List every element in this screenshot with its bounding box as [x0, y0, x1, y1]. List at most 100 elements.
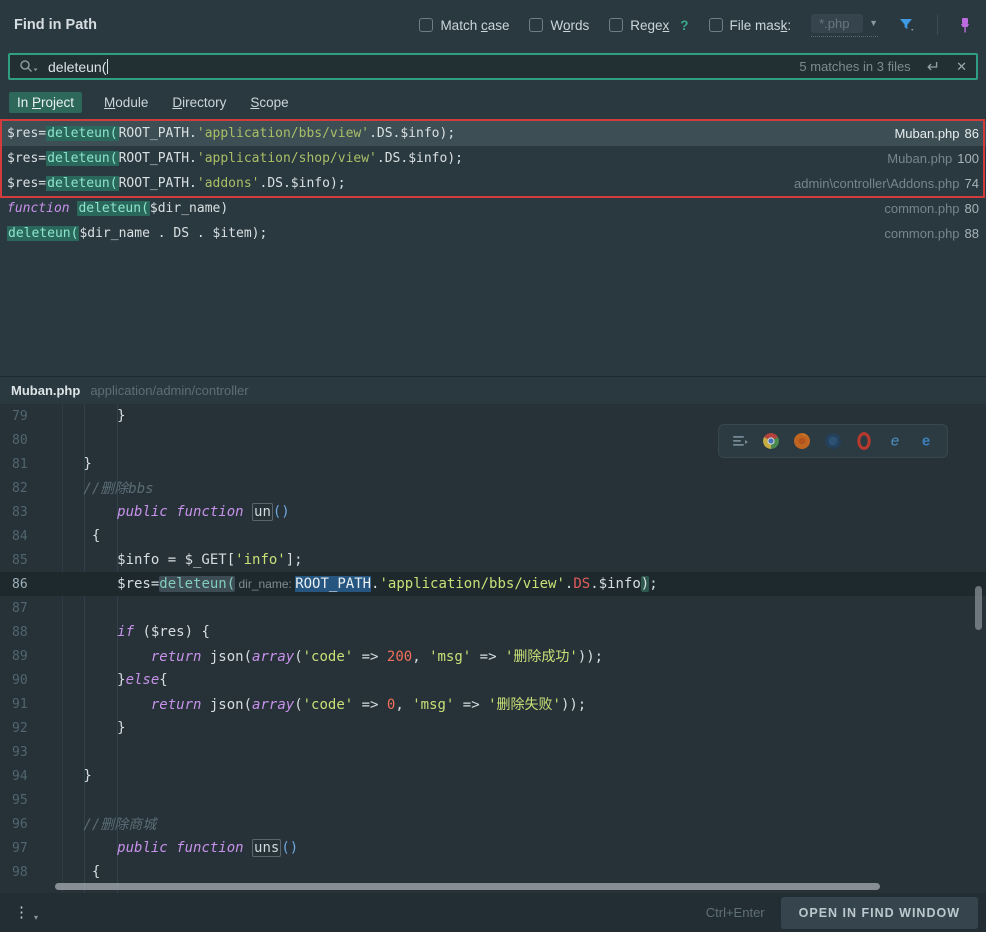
regex-checkbox[interactable]: Regex ? — [609, 18, 688, 33]
code-token: { — [75, 864, 100, 880]
code-token: .DS.$info); — [377, 151, 463, 166]
ie-icon[interactable]: e — [886, 432, 904, 450]
editor-line[interactable]: 89 return json(array('code' => 200, 'msg… — [0, 644, 986, 668]
vertical-scrollbar[interactable] — [975, 586, 982, 630]
new-line-icon[interactable]: ↵ — [927, 57, 940, 77]
edge-icon[interactable]: e — [917, 432, 935, 450]
file-mask-checkbox[interactable]: File mask: — [709, 18, 792, 33]
editor-line[interactable]: 97 public function uns() — [0, 836, 986, 860]
code-token: ) — [641, 576, 649, 592]
open-in-find-window-button[interactable]: OPEN IN FIND WINDOW — [781, 897, 978, 929]
tab-mnemonic: P — [32, 95, 41, 110]
regex-label: Regex — [630, 18, 669, 33]
code-preview[interactable]: 79 }8081 }82 //删除bbs83 public function u… — [0, 404, 986, 893]
code-token — [75, 624, 117, 640]
words-checkbox[interactable]: Words — [529, 18, 589, 33]
editor-line[interactable]: 95 — [0, 788, 986, 812]
line-code: } — [75, 768, 92, 784]
code-token: dir_name: — [235, 577, 295, 591]
line-number: 79 — [0, 409, 56, 424]
line-number: 80 — [0, 433, 56, 448]
result-code: $res=deleteun(ROOT_PATH.'application/sho… — [7, 151, 887, 166]
code-token: 'code' — [303, 697, 354, 713]
editor-line[interactable]: 93 — [0, 740, 986, 764]
code-token: , — [412, 649, 429, 665]
line-number: 92 — [0, 721, 56, 736]
dark-browser-icon[interactable] — [824, 432, 842, 450]
line-code: public function un() — [75, 504, 290, 520]
tab-scope[interactable]: Scope — [248, 92, 290, 113]
search-input[interactable]: deleteun( — [48, 59, 106, 75]
code-token: => — [353, 697, 387, 713]
editor-line[interactable]: 91 return json(array('code' => 0, 'msg' … — [0, 692, 986, 716]
code-token: json( — [210, 649, 252, 665]
code-token: { — [159, 672, 167, 688]
result-file-name: common.php — [884, 226, 959, 241]
find-in-path-window: Find in Path Match case Words Regex ? Fi… — [0, 0, 986, 932]
result-row[interactable]: function deleteun($dir_name)common.php80 — [0, 196, 986, 221]
line-code: $res=deleteun( dir_name: ROOT_PATH.'appl… — [75, 576, 658, 592]
result-location: Muban.php100 — [887, 151, 979, 166]
code-token: $res= — [7, 126, 46, 141]
close-icon[interactable]: ✕ — [956, 59, 967, 75]
tab-in-project[interactable]: In Project — [9, 92, 82, 113]
editor-line[interactable]: 94 } — [0, 764, 986, 788]
scope-tabs: In Project Module Directory Scope — [0, 84, 986, 121]
editor-line[interactable]: 85 $info = $_GET['info']; — [0, 548, 986, 572]
file-mask-combo[interactable]: *.php ▼ — [811, 14, 878, 37]
editor-line[interactable]: 84 { — [0, 524, 986, 548]
editor-line[interactable]: 83 public function un() — [0, 500, 986, 524]
firefox-icon[interactable] — [793, 432, 811, 450]
code-token: ; — [649, 576, 657, 592]
search-icon[interactable] — [19, 59, 39, 74]
checkbox-icon — [419, 18, 433, 32]
horizontal-scrollbar[interactable] — [55, 883, 880, 890]
result-row[interactable]: $res=deleteun(ROOT_PATH.'addons'.DS.$inf… — [0, 171, 986, 196]
preview-lines-icon[interactable] — [731, 432, 749, 450]
code-token: return — [151, 697, 210, 713]
code-token: 'application/bbs/view' — [197, 126, 369, 141]
match-case-checkbox[interactable]: Match case — [419, 18, 509, 33]
code-token: un — [252, 503, 273, 521]
editor-line[interactable]: 96 //删除商城 — [0, 812, 986, 836]
editor-line[interactable]: 88 if ($res) { — [0, 620, 986, 644]
tab-module[interactable]: Module — [102, 92, 150, 113]
editor-line[interactable]: 92 } — [0, 716, 986, 740]
tab-label: cope — [259, 95, 288, 110]
line-number: 90 — [0, 673, 56, 688]
checkbox-icon — [529, 18, 543, 32]
result-row[interactable]: $res=deleteun(ROOT_PATH.'application/sho… — [0, 146, 986, 171]
code-token: $dir_name) — [150, 201, 228, 216]
result-row[interactable]: $res=deleteun(ROOT_PATH.'application/bbs… — [0, 121, 986, 146]
result-line-number: 100 — [957, 151, 979, 166]
code-token: json( — [210, 697, 252, 713]
editor-line[interactable]: 82 //删除bbs — [0, 476, 986, 500]
pin-icon[interactable] — [958, 17, 972, 34]
code-token: , — [395, 697, 412, 713]
code-token: ROOT_PATH — [295, 576, 371, 592]
result-location: common.php88 — [884, 226, 979, 241]
search-field[interactable]: deleteun( 5 matches in 3 files ↵ ✕ — [8, 53, 978, 80]
chrome-icon[interactable] — [762, 432, 780, 450]
editor-line[interactable]: 98 { — [0, 860, 986, 884]
more-options-icon[interactable]: ⋮▾ — [8, 905, 35, 920]
code-token: return — [151, 649, 210, 665]
editor-line[interactable]: 90 }else{ — [0, 668, 986, 692]
text-caret — [107, 59, 108, 74]
checkbox-icon — [709, 18, 723, 32]
result-row[interactable]: deleteun($dir_name . DS . $item);common.… — [0, 221, 986, 246]
tab-directory[interactable]: Directory — [170, 92, 228, 113]
opera-icon[interactable] — [855, 432, 873, 450]
code-token: ($res) { — [142, 624, 209, 640]
code-token: $res= — [75, 576, 159, 592]
code-token: ROOT_PATH. — [119, 176, 197, 191]
editor-line[interactable]: 87 — [0, 596, 986, 620]
file-mask-value[interactable]: *.php — [811, 14, 863, 33]
regex-help-icon[interactable]: ? — [680, 18, 688, 33]
chevron-down-icon[interactable]: ▼ — [869, 18, 878, 28]
editor-line[interactable]: 86 $res=deleteun( dir_name: ROOT_PATH.'a… — [0, 572, 986, 596]
line-code: { — [75, 528, 100, 544]
filter-funnel-icon[interactable] — [898, 17, 917, 34]
result-file-name: Muban.php — [894, 126, 959, 141]
line-number: 83 — [0, 505, 56, 520]
